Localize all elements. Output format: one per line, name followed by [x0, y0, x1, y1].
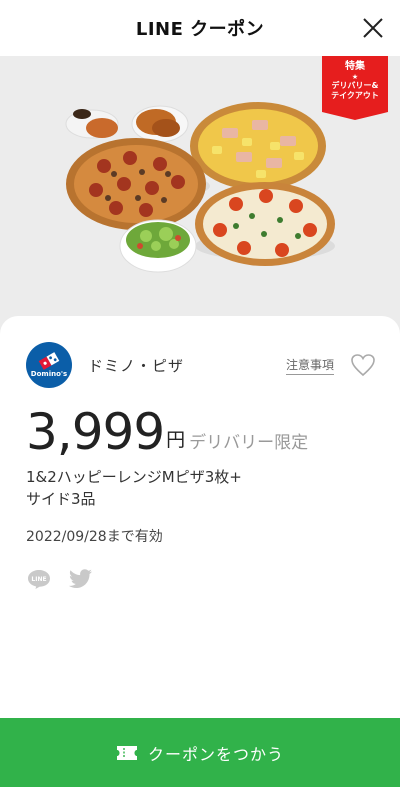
- expiry-date: 2022/09/28まで有効: [26, 529, 163, 545]
- coupon-hero-image: 特集 ★ デリバリー& テイクアウト: [0, 56, 400, 336]
- coupon-card: Domino's ドミノ・ピザ 注意事項 3,999 円 デリバリー限定 1&2…: [0, 316, 400, 736]
- brand-logo: Domino's: [26, 342, 72, 388]
- offer-description-line-2: サイド3品: [26, 490, 96, 508]
- notes-link[interactable]: 注意事項: [285, 356, 334, 375]
- heart-icon[interactable]: [350, 353, 376, 377]
- close-icon[interactable]: [360, 15, 386, 41]
- twitter-icon[interactable]: [68, 568, 94, 590]
- price-note: デリバリー限定: [189, 433, 309, 453]
- use-coupon-button[interactable]: クーポンをつかう: [0, 718, 400, 787]
- badge-line-1: デリバリー&: [331, 81, 379, 90]
- share-row: LINE: [26, 568, 110, 590]
- price-unit: 円: [166, 429, 186, 451]
- badge-line-2: テイクアウト: [331, 91, 379, 100]
- line-share-icon[interactable]: LINE: [26, 568, 52, 590]
- page-title: LINE クーポン: [135, 19, 265, 40]
- svg-text:LINE: LINE: [31, 576, 46, 583]
- badge-star-icon: ★: [351, 73, 359, 81]
- offer-description-line-1: 1&2ハッピーレンジMピザ3枚+: [26, 468, 242, 486]
- brand-logo-text: Domino's: [30, 370, 68, 378]
- brand-row: Domino's ドミノ・ピザ 注意事項: [26, 342, 376, 388]
- price-value: 3,999: [26, 403, 165, 461]
- ticket-icon: [116, 745, 137, 760]
- badge-title: 特集: [345, 61, 365, 72]
- brand-name: ドミノ・ピザ: [88, 356, 185, 375]
- header: LINE クーポン: [0, 0, 400, 56]
- use-coupon-label: クーポンをつかう: [147, 744, 284, 764]
- domino-logo-icon: [38, 352, 60, 370]
- price-row: 3,999 円 デリバリー限定: [26, 400, 308, 460]
- offer-description: 1&2ハッピーレンジMピザ3枚+ サイド3品: [26, 466, 326, 510]
- feature-badge: 特集 ★ デリバリー& テイクアウト: [322, 56, 388, 120]
